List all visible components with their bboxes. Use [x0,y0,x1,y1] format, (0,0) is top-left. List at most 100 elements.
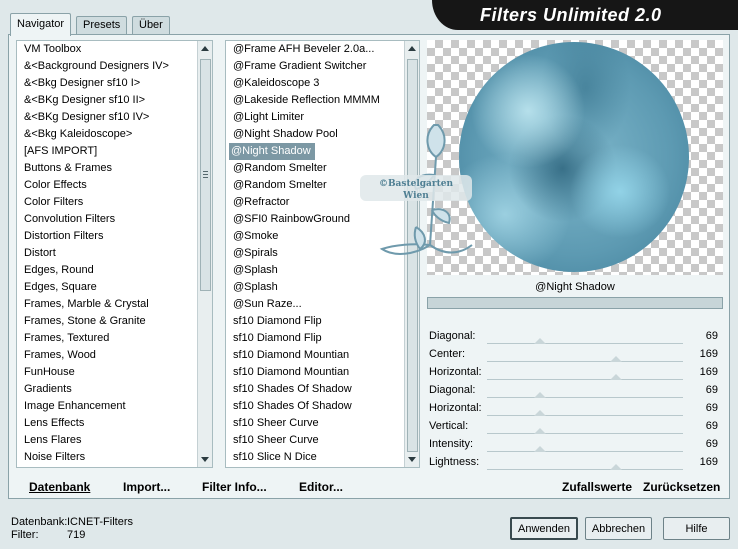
category-item[interactable]: Distort [17,245,212,262]
filter-item[interactable]: @Night Shadow [229,143,315,160]
reset-button[interactable]: Zurücksetzen [643,480,720,494]
filter-item[interactable]: @Frame Gradient Switcher [226,58,419,75]
category-scrollbar[interactable] [197,41,212,467]
tab-navigator[interactable]: Navigator [10,13,72,36]
filter-item[interactable]: sf10 Diamond Mountian [226,347,419,364]
filter-item[interactable]: sf10 Sheer Curve [226,432,419,449]
filter-item[interactable]: sf10 Diamond Flip [226,330,419,347]
filter-info-button[interactable]: Filter Info... [202,480,267,494]
scroll-down-arrow-icon[interactable] [201,457,209,462]
param-label: Lightness: [429,456,480,468]
category-item[interactable]: Distortion Filters [17,228,212,245]
editor-label: Editor... [299,480,344,494]
category-item[interactable]: Buttons & Frames [17,160,212,177]
filter-item[interactable]: sf10 Shades Of Shadow [226,398,419,415]
filter-item[interactable]: @Lakeside Reflection MMMM [226,92,419,109]
param-slider-row[interactable]: Diagonal: 69 [427,327,723,345]
category-item[interactable]: Frames, Textured [17,330,212,347]
param-slider-row[interactable]: Lightness: 169 [427,453,723,471]
param-slider-row[interactable]: Diagonal: 69 [427,381,723,399]
filter-item[interactable]: sf10 Diamond Flip [226,313,419,330]
import-button[interactable]: Import... [123,480,170,494]
param-value: 69 [705,438,718,450]
slider-knob[interactable] [533,446,546,452]
param-slider-row[interactable]: Intensity: 69 [427,435,723,453]
slider-knob[interactable] [533,338,546,344]
filter-item[interactable]: @Splash [226,279,419,296]
category-item[interactable]: Edges, Round [17,262,212,279]
editor-button[interactable]: Editor... [299,480,343,494]
param-label: Diagonal: [429,330,476,342]
slider-track[interactable] [487,343,683,344]
category-item[interactable]: Edges, Square [17,279,212,296]
scroll-up-arrow-icon[interactable] [408,46,416,51]
slider-track[interactable] [487,415,683,416]
filter-item[interactable]: sf10 Slice N Dice [226,449,419,466]
watermark-line2: Wien [402,191,429,201]
slider-knob[interactable] [533,428,546,434]
scroll-up-arrow-icon[interactable] [201,46,209,51]
category-item[interactable]: Frames, Marble & Crystal [17,296,212,313]
category-item[interactable]: Lens Effects [17,415,212,432]
slider-track[interactable] [487,451,683,452]
filter-count-label: Filter: [11,529,39,541]
category-scroll-thumb[interactable] [200,59,211,291]
slider-track[interactable] [487,379,683,380]
filter-item[interactable]: sf10 Sheer Curve [226,415,419,432]
category-item[interactable]: &<Bkg Designer sf10 I> [17,75,212,92]
category-item[interactable]: &<BKg Designer sf10 II> [17,92,212,109]
tab-presets[interactable]: Presets [76,16,128,35]
param-value: 169 [699,456,718,468]
tab-ueber[interactable]: Über [132,16,170,35]
param-slider-row[interactable]: Vertical: 69 [427,417,723,435]
category-item[interactable]: &<BKg Designer sf10 IV> [17,109,212,126]
category-item[interactable]: &<Bkg Kaleidoscope> [17,126,212,143]
reset-label: Zurücksetzen [643,480,721,494]
category-item[interactable]: &<Background Designers IV> [17,58,212,75]
param-value: 69 [705,402,718,414]
filter-item[interactable]: @Sun Raze... [226,296,419,313]
category-item[interactable]: Gradients [17,381,212,398]
filter-item[interactable]: @Frame AFH Beveler 2.0a... [226,41,419,58]
param-label: Diagonal: [429,384,476,396]
slider-track[interactable] [487,433,683,434]
slider-track[interactable] [487,397,683,398]
category-list[interactable]: VM Toolbox &<Background Designers IV> &<Bk… [16,40,213,468]
slider-knob[interactable] [610,356,623,362]
category-item[interactable]: [AFS IMPORT] [17,143,212,160]
random-values-button[interactable]: Zufallswerte [562,480,632,494]
category-item[interactable]: FunHouse [17,364,212,381]
scroll-down-arrow-icon[interactable] [408,457,416,462]
slider-knob[interactable] [610,374,623,380]
category-item[interactable]: VM Toolbox [17,41,212,58]
filter-count-value: 719 [67,529,86,541]
slider-track[interactable] [487,469,683,470]
category-item[interactable]: Frames, Stone & Granite [17,313,212,330]
status-info: Datenbank:ICNET-Filters Filter: 719 [11,516,133,542]
param-slider-row[interactable]: Center: 169 [427,345,723,363]
slider-track[interactable] [487,361,683,362]
apply-button[interactable]: Anwenden [510,517,578,540]
datenbank-button[interactable]: Datenbank [29,480,90,494]
category-item[interactable]: Frames, Wood [17,347,212,364]
category-item[interactable]: Convolution Filters [17,211,212,228]
param-slider-row[interactable]: Horizontal: 169 [427,363,723,381]
param-slider-row[interactable]: Horizontal: 69 [427,399,723,417]
cancel-button[interactable]: Abbrechen [585,517,652,540]
filter-item[interactable]: sf10 Shades Of Shadow [226,381,419,398]
watermark-line1: ©Bastelgarten [379,179,454,189]
slider-knob[interactable] [533,410,546,416]
help-button[interactable]: Hilfe [663,517,730,540]
filter-item[interactable]: sf10 Diamond Mountian [226,364,419,381]
datenbank-label: Datenbank [29,480,91,494]
category-item[interactable]: Color Effects [17,177,212,194]
slider-knob[interactable] [533,392,546,398]
category-item[interactable]: Noise Filters [17,449,212,466]
param-label: Intensity: [429,438,474,450]
category-item[interactable]: Image Enhancement [17,398,212,415]
random-values-label: Zufallswerte [562,480,633,494]
slider-knob[interactable] [610,464,623,470]
category-item[interactable]: Lens Flares [17,432,212,449]
filter-item[interactable]: @Kaleidoscope 3 [226,75,419,92]
category-item[interactable]: Color Filters [17,194,212,211]
